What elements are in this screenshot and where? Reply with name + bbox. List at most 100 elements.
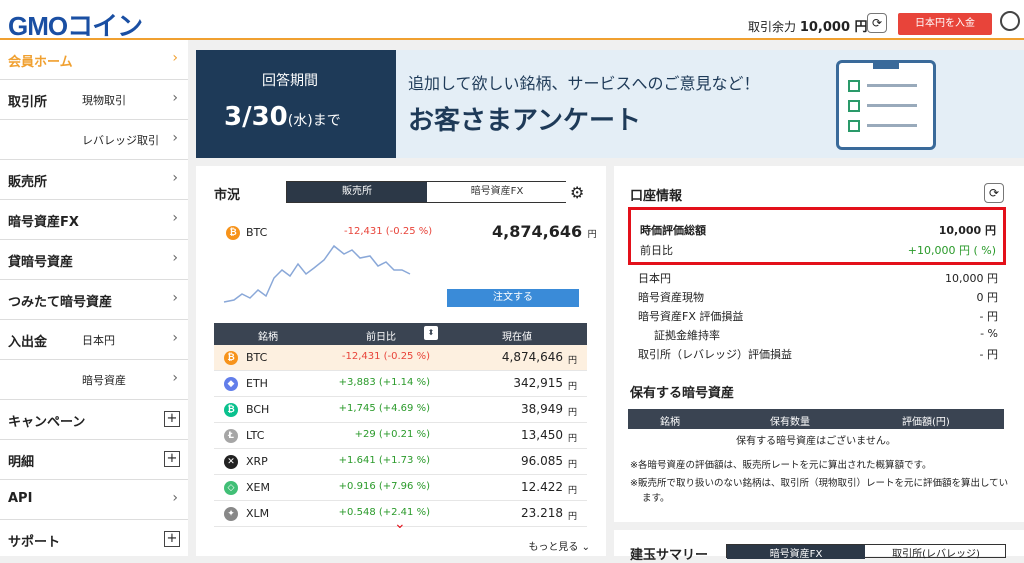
balance-value: 10,000 円 <box>799 20 868 35</box>
scroll-down-chevron-icon[interactable]: ⌄ <box>394 516 406 532</box>
deposit-jpy-button[interactable]: 日本円を入金 <box>898 13 992 35</box>
account-title: 口座情報 <box>630 189 683 204</box>
more-link-label: もっと見る <box>528 542 579 553</box>
account-line: 証拠金維持率 - % <box>654 327 998 343</box>
sidebar-item-support[interactable]: サポート + <box>0 520 188 560</box>
account-refresh-icon[interactable]: ⟳ <box>984 183 1004 203</box>
gmo-coin-logo[interactable]: GMOコイン <box>8 6 143 43</box>
sidebar-item-deposit-jpy[interactable]: 入出金 日本円 › <box>0 320 188 360</box>
sidebar-item-label: 暗号資産FX <box>8 215 79 230</box>
tab-position-fx[interactable]: 暗号資産FX <box>727 545 865 560</box>
chevron-right-icon: › <box>172 330 178 346</box>
banner-period-panel: 回答期間 3/30(水)まで <box>196 50 396 158</box>
account-line-value: 10,000 円 <box>945 272 998 285</box>
row-price: 4,874,646 <box>501 350 563 364</box>
sidebar-item-campaign[interactable]: キャンペーン + <box>0 400 188 440</box>
tab-position-leverage[interactable]: 取引所(レバレッジ) <box>867 545 1005 560</box>
row-symbol: XEM <box>246 481 270 494</box>
market-row-xrp[interactable]: ✕ XRP +1.641 (+1.73 %) 96.085 円 <box>214 449 587 475</box>
row-price-unit: 円 <box>567 356 577 366</box>
position-summary-panel: 建玉サマリー 暗号資産FX 取引所(レバレッジ) <box>614 530 1024 563</box>
sidebar-item-label: 入出金 <box>8 335 48 350</box>
total-valuation-row: 時価評価総額 10,000 円 <box>640 222 996 238</box>
sidebar-item-statement[interactable]: 明細 + <box>0 440 188 480</box>
row-price-unit: 円 <box>567 382 577 392</box>
sidebar-subitem-label: 日本円 <box>82 334 115 347</box>
sidebar-item-label: つみたて暗号資産 <box>8 295 113 310</box>
tab-sales[interactable]: 販売所 <box>287 182 427 202</box>
sidebar-item-tsumitate[interactable]: つみたて暗号資産 › <box>0 280 188 320</box>
row-change: +1,745 (+4.69 %) <box>338 403 430 414</box>
holdings-empty-message: 保有する暗号資産はございません。 <box>736 436 896 447</box>
account-line-label: 暗号資産FX 評価損益 <box>638 310 744 323</box>
account-line-label: 取引所（レバレッジ）評価損益 <box>638 348 792 361</box>
market-row-bch[interactable]: ₿ BCH +1,745 (+4.69 %) 38,949 円 <box>214 397 587 423</box>
column-header-symbol: 銘柄 <box>258 332 278 343</box>
holdings-table-header: 銘柄 保有数量 評価額(円) <box>628 409 1004 429</box>
chevron-right-icon: › <box>172 290 178 306</box>
market-row-eth[interactable]: ◆ ETH +3,883 (+1.14 %) 342,915 円 <box>214 371 587 397</box>
chevron-right-icon: › <box>172 90 178 106</box>
row-price-unit: 円 <box>567 512 577 522</box>
tab-crypto-fx[interactable]: 暗号資産FX <box>427 182 567 202</box>
sidebar-subitem-label: 暗号資産 <box>82 374 126 387</box>
row-change: +1.641 (+1.73 %) <box>338 455 430 466</box>
plus-icon[interactable]: + <box>164 531 180 547</box>
row-symbol: BCH <box>246 403 270 416</box>
sidebar-item-deposit-crypto[interactable]: 暗号資産 › <box>0 360 188 400</box>
sidebar-item-home[interactable]: 会員ホーム › <box>0 40 188 80</box>
row-change: -12,431 (-0.25 %) <box>341 351 430 362</box>
account-line: 暗号資産FX 評価損益 - 円 <box>638 308 998 324</box>
market-panel: 市況 販売所 暗号資産FX ⚙ ₿ BTC -12,431 (-0.25 %) … <box>196 166 606 556</box>
market-row-ltc[interactable]: Ł LTC +29 (+0.21 %) 13,450 円 <box>214 423 587 449</box>
row-change: +0.548 (+2.41 %) <box>338 507 430 518</box>
chevron-right-icon: › <box>172 170 178 186</box>
sidebar-item-crypto-fx[interactable]: 暗号資産FX › <box>0 200 188 240</box>
banner-title: お客さまアンケート <box>408 106 641 136</box>
valuation-note-1: ※各暗号資産の評価額は、販売所レートを元に算出された概算額です。 <box>630 460 932 471</box>
sidebar-item-label: 会員ホーム <box>8 55 73 70</box>
balance-display: 取引余力 10,000 円 <box>748 16 868 35</box>
market-tabs: 販売所 暗号資産FX <box>286 181 567 203</box>
balance-refresh-icon[interactable]: ⟳ <box>867 13 887 33</box>
xem-coin-icon: ◇ <box>224 481 238 495</box>
column-header-symbol: 銘柄 <box>660 417 680 428</box>
sort-icon[interactable]: ⬍ <box>424 326 438 340</box>
total-valuation-value: 10,000 円 <box>938 224 996 237</box>
banner-date-suffix: まで <box>312 113 341 129</box>
btc-coin-icon: ₿ <box>224 351 238 365</box>
row-symbol: BTC <box>246 351 268 364</box>
order-button[interactable]: 注文する <box>447 289 579 307</box>
market-row-btc[interactable]: ₿ BTC -12,431 (-0.25 %) 4,874,646 円 <box>214 345 587 371</box>
sidebar-item-api[interactable]: API › <box>0 480 188 520</box>
sidebar-item-label: 販売所 <box>8 175 48 190</box>
row-price: 13,450 <box>521 428 563 442</box>
user-account-icon[interactable] <box>1000 11 1020 31</box>
column-header-change[interactable]: 前日比 <box>366 328 396 343</box>
banner-subtitle: 追加して欲しい銘柄、サービスへのご意見など！ <box>408 74 760 93</box>
sidebar-item-exchange-leverage[interactable]: レバレッジ取引 › <box>0 120 188 160</box>
survey-banner[interactable]: 回答期間 3/30(水)まで 追加して欲しい銘柄、サービスへのご意見など！ お客… <box>196 50 1024 158</box>
market-row-xem[interactable]: ◇ XEM +0.916 (+7.96 %) 12.422 円 <box>214 475 587 501</box>
sidebar-item-sales[interactable]: 販売所 › <box>0 160 188 200</box>
gear-icon[interactable]: ⚙ <box>570 183 584 202</box>
plus-icon[interactable]: + <box>164 451 180 467</box>
chevron-right-icon: › <box>172 490 178 506</box>
position-summary-title: 建玉サマリー <box>630 548 709 563</box>
row-price-unit: 円 <box>567 434 577 444</box>
banner-date-weekday: (水) <box>287 113 313 129</box>
plus-icon[interactable]: + <box>164 411 180 427</box>
more-link[interactable]: もっと見る ⌄ <box>528 538 590 553</box>
featured-price-unit: 円 <box>587 230 597 240</box>
featured-price: 4,874,646 円 <box>492 222 597 241</box>
chevron-right-icon: › <box>172 50 178 66</box>
sidebar-subitem-label: 現物取引 <box>82 94 126 107</box>
column-header-price: 現在値 <box>502 332 532 343</box>
sidebar-item-exchange-spot[interactable]: 取引所 現物取引 › <box>0 80 188 120</box>
row-symbol: XRP <box>246 455 268 468</box>
sidebar-item-lending[interactable]: 貸暗号資産 › <box>0 240 188 280</box>
row-change: +0.916 (+7.96 %) <box>338 481 430 492</box>
row-change: +3,883 (+1.14 %) <box>338 377 430 388</box>
row-symbol: LTC <box>246 429 265 442</box>
featured-change: -12,431 (-0.25 %) <box>344 226 433 237</box>
